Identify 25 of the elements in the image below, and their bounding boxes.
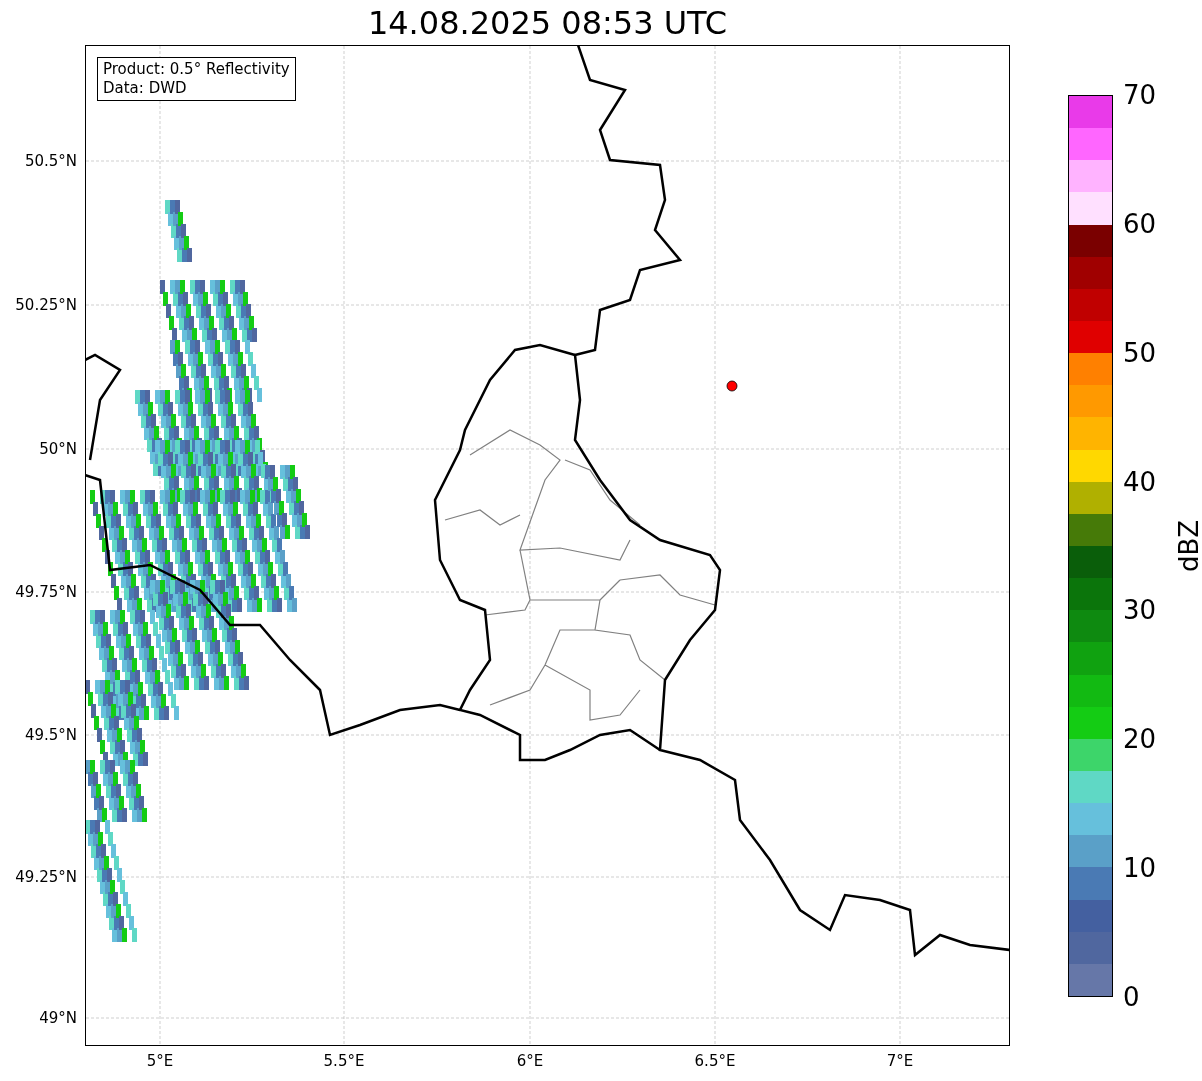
longitude-label: 7°E bbox=[886, 1052, 914, 1070]
location-marker bbox=[726, 380, 738, 392]
colorbar-tick-label: 10 bbox=[1123, 853, 1157, 884]
colorbar-tick-label: 40 bbox=[1123, 466, 1157, 497]
latitude-label: 49.75°N bbox=[15, 583, 77, 601]
info-text: Product: 0.5° Reflectivity bbox=[103, 60, 290, 79]
colorbar-tick-label: 30 bbox=[1123, 595, 1157, 626]
latitude-label: 49°N bbox=[39, 1009, 77, 1027]
latitude-label: 50.25°N bbox=[15, 296, 77, 314]
latitude-label: 49.5°N bbox=[24, 726, 77, 744]
colorbar-tick-label: 50 bbox=[1123, 337, 1157, 368]
colorbar-tick-label: 20 bbox=[1123, 724, 1157, 755]
latitude-label: 50.5°N bbox=[24, 152, 77, 170]
longitude-label: 6°E bbox=[516, 1052, 544, 1070]
longitude-label: 5°E bbox=[146, 1052, 174, 1070]
chart-title: 14.08.2025 08:53 UTC bbox=[367, 6, 728, 39]
colorbar-tick-label: 0 bbox=[1123, 982, 1140, 1012]
colorbar-tick-label: 70 bbox=[1123, 80, 1157, 110]
info-text: Data: DWD bbox=[103, 79, 188, 98]
colorbar-label: dBZ bbox=[1174, 519, 1202, 573]
colorbar-tick-label: 60 bbox=[1123, 208, 1157, 239]
latitude-label: 50°N bbox=[39, 440, 77, 458]
longitude-label: 6.5°E bbox=[694, 1052, 736, 1070]
longitude-label: 5.5°E bbox=[323, 1052, 365, 1070]
latitude-label: 49.25°N bbox=[15, 868, 77, 886]
